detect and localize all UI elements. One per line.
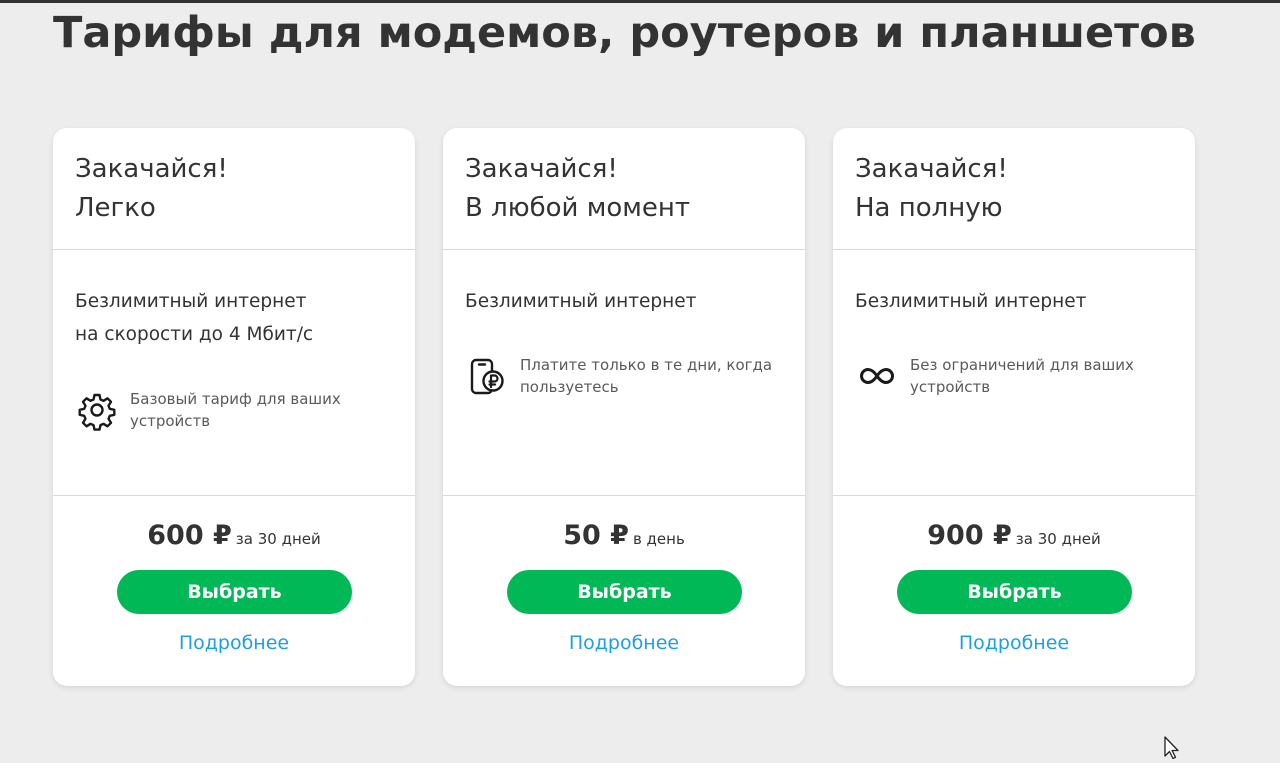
tariff-title-line2: В любой момент	[465, 193, 690, 223]
card-footer: 900 ₽ за 30 дней Выбрать Подробнее	[833, 496, 1195, 686]
phone-ruble-icon	[465, 354, 509, 398]
card-footer: 50 ₽ в день Выбрать Подробнее	[443, 496, 805, 686]
price: 600 ₽ за 30 дней	[53, 520, 415, 551]
tariff-title: Закачайся! Легко	[75, 150, 228, 228]
feature-line1: Безлимитный интернет	[75, 291, 307, 312]
tariff-card-legko: Закачайся! Легко Безлимитный интернет на…	[53, 128, 415, 686]
infinity-icon	[855, 354, 899, 398]
details-link[interactable]: Подробнее	[53, 632, 415, 654]
tariff-perk: Базовый тариф для ваших устройств	[75, 388, 395, 438]
feature-line1: Безлимитный интернет	[465, 291, 697, 312]
choose-button[interactable]: Выбрать	[117, 570, 352, 614]
price-amount: 50 ₽	[563, 520, 629, 551]
feature-line2: на скорости до 4 Мбит/с	[75, 324, 314, 345]
card-header: Закачайся! Легко	[53, 128, 415, 250]
price-period: в день	[632, 530, 685, 548]
price: 50 ₽ в день	[443, 520, 805, 551]
price-amount: 900 ₽	[927, 520, 1012, 551]
tariff-title-line1: Закачайся!	[855, 154, 1008, 184]
choose-button[interactable]: Выбрать	[507, 570, 742, 614]
perk-text: Платите только в те дни, когда пользуете…	[520, 356, 773, 396]
tariff-title-line1: Закачайся!	[75, 154, 228, 184]
card-header: Закачайся! На полную	[833, 128, 1195, 250]
details-link[interactable]: Подробнее	[443, 632, 805, 654]
price-amount: 600 ₽	[147, 520, 232, 551]
tariff-feature: Безлимитный интернет	[855, 285, 1086, 318]
perk-text: Базовый тариф для ваших устройств	[130, 390, 341, 430]
tariff-title-line1: Закачайся!	[465, 154, 618, 184]
choose-button[interactable]: Выбрать	[897, 570, 1132, 614]
gear-icon	[75, 388, 119, 432]
tariff-card-na-polnuyu: Закачайся! На полную Безлимитный интерне…	[833, 128, 1195, 686]
card-body: Безлимитный интернет Платите только в те…	[443, 250, 805, 496]
price-period: за 30 дней	[1015, 530, 1101, 548]
feature-line1: Безлимитный интернет	[855, 291, 1087, 312]
tariff-title-line2: Легко	[75, 193, 156, 223]
page-title: Тарифы для модемов, роутеров и планшетов	[53, 8, 1196, 58]
card-body: Безлимитный интернет Без ограничений для…	[833, 250, 1195, 496]
card-header: Закачайся! В любой момент	[443, 128, 805, 250]
perk-text: Без ограничений для ваших устройств	[910, 356, 1134, 396]
tariff-perk: Платите только в те дни, когда пользуете…	[465, 354, 785, 404]
price: 900 ₽ за 30 дней	[833, 520, 1195, 551]
card-body: Безлимитный интернет на скорости до 4 Мб…	[53, 250, 415, 496]
mouse-cursor-icon	[1163, 736, 1183, 760]
top-border	[0, 0, 1280, 3]
tariff-card-v-lyuboy-moment: Закачайся! В любой момент Безлимитный ин…	[443, 128, 805, 686]
details-link[interactable]: Подробнее	[833, 632, 1195, 654]
card-footer: 600 ₽ за 30 дней Выбрать Подробнее	[53, 496, 415, 686]
tariff-perk: Без ограничений для ваших устройств	[855, 354, 1175, 404]
tariff-feature: Безлимитный интернет на скорости до 4 Мб…	[75, 285, 313, 351]
tariff-title-line2: На полную	[855, 193, 1003, 223]
tariff-title: Закачайся! В любой момент	[465, 150, 690, 228]
tariff-feature: Безлимитный интернет	[465, 285, 696, 318]
price-period: за 30 дней	[235, 530, 321, 548]
tariff-title: Закачайся! На полную	[855, 150, 1008, 228]
